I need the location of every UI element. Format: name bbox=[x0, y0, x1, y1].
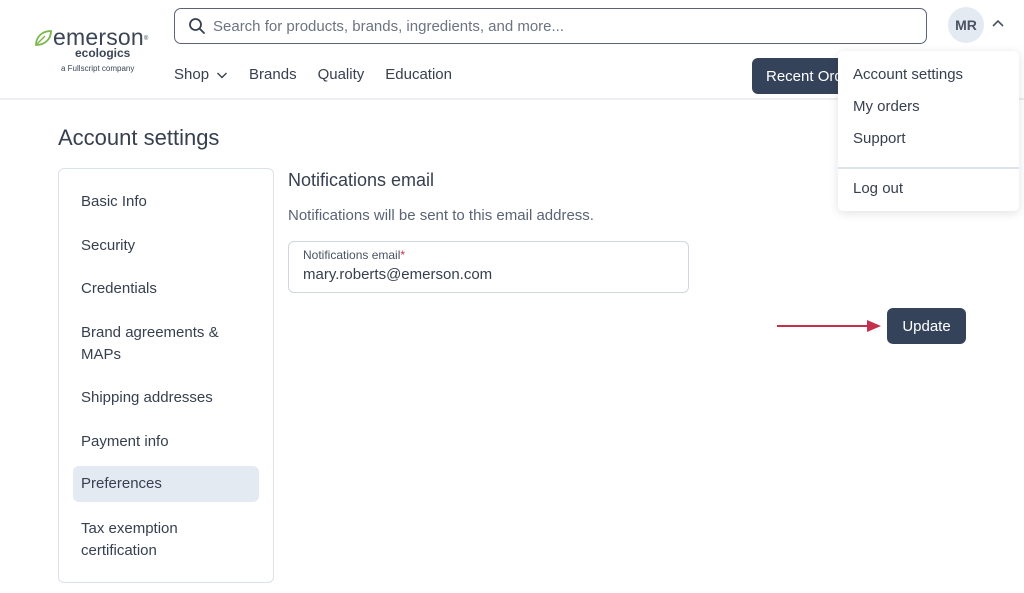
nav-education-label: Education bbox=[385, 66, 452, 83]
nav-shop-label: Shop bbox=[174, 66, 210, 83]
avatar[interactable]: MR bbox=[948, 7, 984, 43]
settings-sidebar: Basic Info Security Credentials Brand ag… bbox=[58, 168, 274, 583]
nav-brands-label: Brands bbox=[249, 66, 297, 83]
sidebar-item-credentials[interactable]: Credentials bbox=[73, 278, 259, 300]
registered-mark: ® bbox=[143, 36, 149, 42]
main-nav: Shop Brands Quality Education bbox=[174, 66, 473, 83]
user-menu-dropdown: Account settings My orders Support Log o… bbox=[838, 51, 1019, 211]
arrow-annotation-icon bbox=[777, 320, 881, 332]
email-input[interactable] bbox=[303, 266, 673, 283]
required-marker: * bbox=[400, 248, 406, 262]
logo-sub: ecologics bbox=[75, 46, 131, 60]
section-description: Notifications will be sent to this email… bbox=[288, 207, 594, 224]
logo-tagline: a Fullscript company bbox=[61, 64, 135, 73]
leaf-icon bbox=[35, 30, 52, 46]
nav-education[interactable]: Education bbox=[385, 66, 452, 83]
chevron-down-icon bbox=[217, 72, 228, 78]
chevron-up-icon[interactable] bbox=[990, 16, 1006, 32]
menu-divider bbox=[838, 167, 1019, 169]
search-bar[interactable] bbox=[174, 8, 927, 44]
page-title: Account settings bbox=[58, 125, 220, 150]
emerson-logo[interactable]: emerson® ecologics a Fullscript company bbox=[33, 24, 158, 76]
nav-quality[interactable]: Quality bbox=[318, 66, 365, 83]
section-title: Notifications email bbox=[288, 170, 435, 190]
sidebar-item-preferences[interactable]: Preferences bbox=[73, 466, 259, 502]
email-label-text: Notifications email bbox=[303, 248, 401, 262]
nav-shop[interactable]: Shop bbox=[174, 66, 228, 83]
menu-item-account-settings[interactable]: Account settings bbox=[853, 66, 963, 83]
sidebar-item-basic-info[interactable]: Basic Info bbox=[73, 191, 259, 213]
email-field-label: Notifications email* bbox=[303, 248, 405, 262]
menu-item-log-out[interactable]: Log out bbox=[853, 180, 903, 197]
sidebar-item-tax-exemption[interactable]: Tax exemption certification bbox=[73, 518, 203, 562]
sidebar-item-payment-info[interactable]: Payment info bbox=[73, 431, 259, 453]
sidebar-item-shipping-addresses[interactable]: Shipping addresses bbox=[73, 387, 259, 409]
update-button[interactable]: Update bbox=[887, 308, 966, 344]
search-icon bbox=[189, 18, 205, 34]
sidebar-item-brand-agreements[interactable]: Brand agreements & MAPs bbox=[73, 322, 243, 366]
menu-item-my-orders[interactable]: My orders bbox=[853, 98, 920, 115]
search-input[interactable] bbox=[213, 17, 893, 35]
menu-item-support[interactable]: Support bbox=[853, 130, 906, 147]
notifications-email-field[interactable]: Notifications email* bbox=[288, 241, 689, 293]
nav-brands[interactable]: Brands bbox=[249, 66, 297, 83]
sidebar-item-security[interactable]: Security bbox=[73, 235, 259, 257]
nav-quality-label: Quality bbox=[317, 66, 365, 83]
